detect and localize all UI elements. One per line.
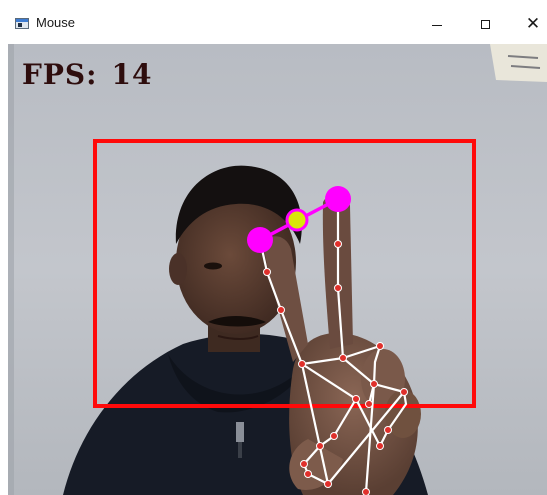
maximize-icon [480,19,490,29]
app-window-icon [15,18,29,29]
middle-fingertip-marker [325,186,351,212]
minimize-icon [432,24,442,26]
camera-feed: FPS: 14 [8,44,547,495]
fps-label: FPS: [22,58,98,91]
fps-value: 14 [111,58,153,91]
midpoint-marker [285,208,309,232]
maximize-button[interactable] [467,12,503,36]
mouse-window: Mouse ✕ FPS: 14 [0,0,547,495]
close-icon: ✕ [525,13,541,34]
close-button[interactable]: ✕ [515,12,547,36]
index-fingertip-marker [247,227,273,253]
camera-frame [8,44,547,495]
minimize-button[interactable] [419,12,455,36]
wall-note [490,44,547,82]
window-title: Mouse [36,15,76,30]
title-bar[interactable]: Mouse ✕ [0,0,547,44]
fps-counter: FPS: 14 [22,58,152,91]
zipper-pull [236,422,244,442]
